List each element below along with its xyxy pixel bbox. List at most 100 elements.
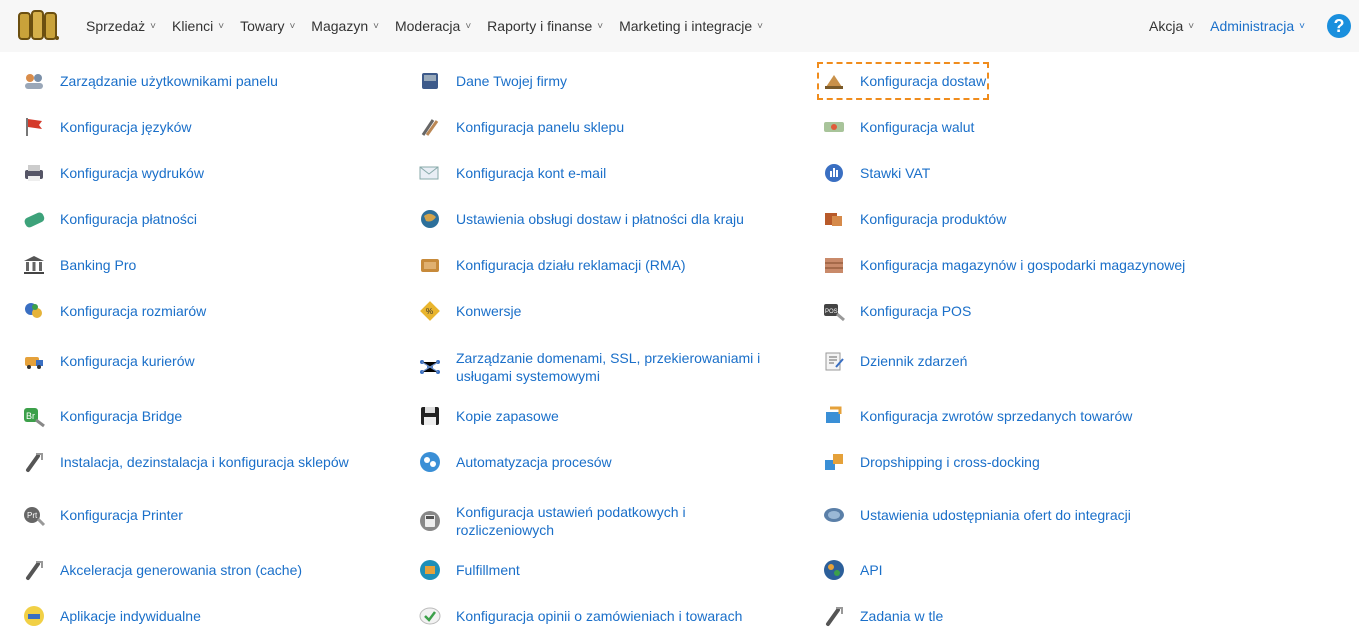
settings-link-label: Aplikacje indywidualne — [60, 608, 201, 624]
company-icon — [418, 69, 442, 93]
settings-link-ustawienia-obslugi-dostaw-i-platnosci-dla-kraju[interactable]: Ustawienia obsługi dostaw i płatności dl… — [418, 207, 744, 231]
settings-link-zarzadzanie-uzytkownikami-panelu[interactable]: Zarządzanie użytkownikami panelu — [22, 69, 278, 93]
network-icon — [418, 355, 442, 379]
settings-link-konfiguracja-ustawien-podatkowych-i-rozliczeniowych[interactable]: Konfiguracja ustawień podatkowych i rozl… — [418, 503, 786, 539]
settings-link-label: Konfiguracja języków — [60, 119, 192, 135]
settings-link-label: Konfiguracja walut — [860, 119, 975, 135]
settings-link-dziennik-zdarzen[interactable]: Dziennik zdarzeń — [822, 349, 967, 373]
gears-icon — [418, 450, 442, 474]
calculator-icon — [418, 509, 442, 533]
settings-link-aplikacje-indywidualne[interactable]: Aplikacje indywidualne — [22, 604, 201, 628]
bank-icon — [22, 253, 46, 277]
settings-link-label: Dziennik zdarzeń — [860, 353, 968, 369]
settings-link-zarzadzanie-domenami-ssl-przekierowaniami-i-uslugami-systemowymi[interactable]: Zarządzanie domenami, SSL, przekierowani… — [418, 349, 786, 385]
settings-link-label: Ustawienia obsługi dostaw i płatności dl… — [456, 211, 744, 227]
settings-link-label: Konfiguracja zwrotów sprzedanych towarów — [860, 408, 1133, 424]
settings-link-api[interactable]: API — [822, 558, 883, 582]
menu-label: Akcja — [1149, 18, 1184, 34]
tool-icon — [22, 558, 46, 582]
settings-link-label: Banking Pro — [60, 257, 137, 273]
settings-link-label: Kopie zapasowe — [456, 408, 559, 424]
settings-link-konfiguracja-kurierow[interactable]: Konfiguracja kurierów — [22, 349, 195, 373]
email-icon — [418, 161, 442, 185]
settings-link-konfiguracja-walut[interactable]: Konfiguracja walut — [822, 115, 974, 139]
settings-link-konfiguracja-bridge[interactable]: Br Konfiguracja Bridge — [22, 404, 182, 428]
pos-icon: POS — [822, 299, 846, 323]
chevron-down-icon: ˅ — [150, 20, 156, 32]
settings-link-konfiguracja-dostaw[interactable]: Konfiguracja dostaw — [822, 69, 986, 93]
settings-link-konfiguracja-dzialu-reklamacji-rma[interactable]: Konfiguracja działu reklamacji (RMA) — [418, 253, 686, 277]
settings-link-label: Instalacja, dezinstalacja i konfiguracja… — [60, 454, 349, 470]
shapes-icon — [22, 299, 46, 323]
menu-marketing-i-integracje[interactable]: Marketing i integracje ˅ — [619, 18, 763, 34]
settings-link-dane-twojej-firmy[interactable]: Dane Twojej firmy — [418, 69, 567, 93]
settings-link-automatyzacja-procesow[interactable]: Automatyzacja procesów — [418, 450, 612, 474]
settings-link-label: Dropshipping i cross-docking — [860, 454, 1040, 470]
settings-link-instalacja-dezinstalacja-i-konfiguracja-sklepow[interactable]: Instalacja, dezinstalacja i konfiguracja… — [22, 450, 349, 474]
help-icon[interactable]: ? — [1327, 14, 1351, 38]
menu-label: Moderacja — [394, 18, 461, 34]
settings-link-konfiguracja-produktow[interactable]: Konfiguracja produktów — [822, 207, 1006, 231]
settings-link-stawki-vat[interactable]: Stawki VAT — [822, 161, 930, 185]
settings-link-label: Konfiguracja POS — [860, 303, 972, 319]
settings-link-banking-pro[interactable]: Banking Pro — [22, 253, 136, 277]
settings-link-label: Konfiguracja magazynów i gospodarki maga… — [860, 257, 1186, 273]
svg-text:%: % — [426, 307, 433, 316]
settings-link-konfiguracja-magazynow-i-gospodarki-magazynowej[interactable]: Konfiguracja magazynów i gospodarki maga… — [822, 253, 1185, 277]
settings-link-label: Konfiguracja dostaw — [860, 73, 987, 89]
settings-link-konfiguracja-kont-e-mail[interactable]: Konfiguracja kont e-mail — [418, 161, 606, 185]
settings-link-label: Konfiguracja wydruków — [60, 165, 204, 181]
settings-link-konfiguracja-printer[interactable]: Prt Konfiguracja Printer — [22, 503, 183, 527]
tool-icon — [22, 450, 46, 474]
chevron-down-icon: ˅ — [1299, 20, 1305, 32]
settings-link-label: Stawki VAT — [860, 165, 931, 181]
settings-link-fulfillment[interactable]: Fulfillment — [418, 558, 520, 582]
logo-icon[interactable] — [18, 10, 60, 42]
vat-icon — [822, 161, 846, 185]
chevron-down-icon: ˅ — [289, 20, 296, 32]
settings-link-konwersje[interactable]: % Konwersje — [418, 299, 521, 323]
app-icon — [22, 604, 46, 628]
settings-link-label: API — [860, 562, 883, 578]
settings-link-label: Akceleracja generowania stron (cache) — [60, 562, 303, 578]
menu-towary[interactable]: Towary ˅ — [240, 18, 295, 34]
settings-link-konfiguracja-platnosci[interactable]: Konfiguracja płatności — [22, 207, 197, 231]
settings-link-kopie-zapasowe[interactable]: Kopie zapasowe — [418, 404, 559, 428]
settings-link-konfiguracja-pos[interactable]: POS Konfiguracja POS — [822, 299, 971, 323]
menu-label: Administracja — [1210, 18, 1295, 34]
settings-link-dropshipping-i-cross-docking[interactable]: Dropshipping i cross-docking — [822, 450, 1040, 474]
delivery-icon — [822, 69, 846, 93]
settings-link-label: Konfiguracja kurierów — [60, 353, 195, 369]
settings-link-akceleracja-generowania-stron-cache[interactable]: Akceleracja generowania stron (cache) — [22, 558, 302, 582]
settings-link-konfiguracja-opinii-o-zamowieniach-i-towarach[interactable]: Konfiguracja opinii o zamówieniach i tow… — [418, 604, 742, 628]
settings-link-konfiguracja-jezykow[interactable]: Konfiguracja języków — [22, 115, 192, 139]
rma-icon — [418, 253, 442, 277]
menu-administracja[interactable]: Administracja ˅ — [1210, 18, 1305, 34]
settings-link-ustawienia-udostepniania-ofert-do-integracji[interactable]: Ustawienia udostępniania ofert do integr… — [822, 503, 1131, 527]
settings-link-konfiguracja-panelu-sklepu[interactable]: Konfiguracja panelu sklepu — [418, 115, 624, 139]
money-icon — [822, 115, 846, 139]
menu-raporty-i-finanse[interactable]: Raporty i finanse ˅ — [487, 18, 603, 34]
settings-link-label: Konfiguracja produktów — [860, 211, 1007, 227]
svg-text:POS: POS — [825, 309, 838, 315]
settings-link-label: Dane Twojej firmy — [456, 73, 568, 89]
menu-magazyn[interactable]: Magazyn ˅ — [311, 18, 379, 34]
menu-klienci[interactable]: Klienci ˅ — [172, 18, 224, 34]
settings-link-label: Konfiguracja ustawień podatkowych i rozl… — [456, 504, 686, 538]
settings-link-label: Fulfillment — [456, 562, 520, 578]
settings-link-konfiguracja-zwrotow-sprzedanych-towarow[interactable]: Konfiguracja zwrotów sprzedanych towarów — [822, 404, 1132, 428]
settings-link-label: Ustawienia udostępniania ofert do integr… — [860, 507, 1131, 523]
chevron-down-icon: ˅ — [465, 20, 472, 32]
settings-link-konfiguracja-wydrukow[interactable]: Konfiguracja wydruków — [22, 161, 204, 185]
returns-icon — [822, 404, 846, 428]
menu-sprzedaz[interactable]: Sprzedaż ˅ — [86, 18, 156, 34]
settings-link-label: Zadania w tle — [860, 608, 944, 624]
menu-akcja[interactable]: Akcja ˅ — [1149, 18, 1194, 34]
menu-label: Raporty i finanse — [487, 18, 593, 34]
menu-moderacja[interactable]: Moderacja ˅ — [395, 18, 471, 34]
log-icon — [822, 349, 846, 373]
products-icon — [822, 207, 846, 231]
printer-icon — [22, 161, 46, 185]
settings-link-zadania-w-tle[interactable]: Zadania w tle — [822, 604, 943, 628]
settings-link-konfiguracja-rozmiarow[interactable]: Konfiguracja rozmiarów — [22, 299, 206, 323]
